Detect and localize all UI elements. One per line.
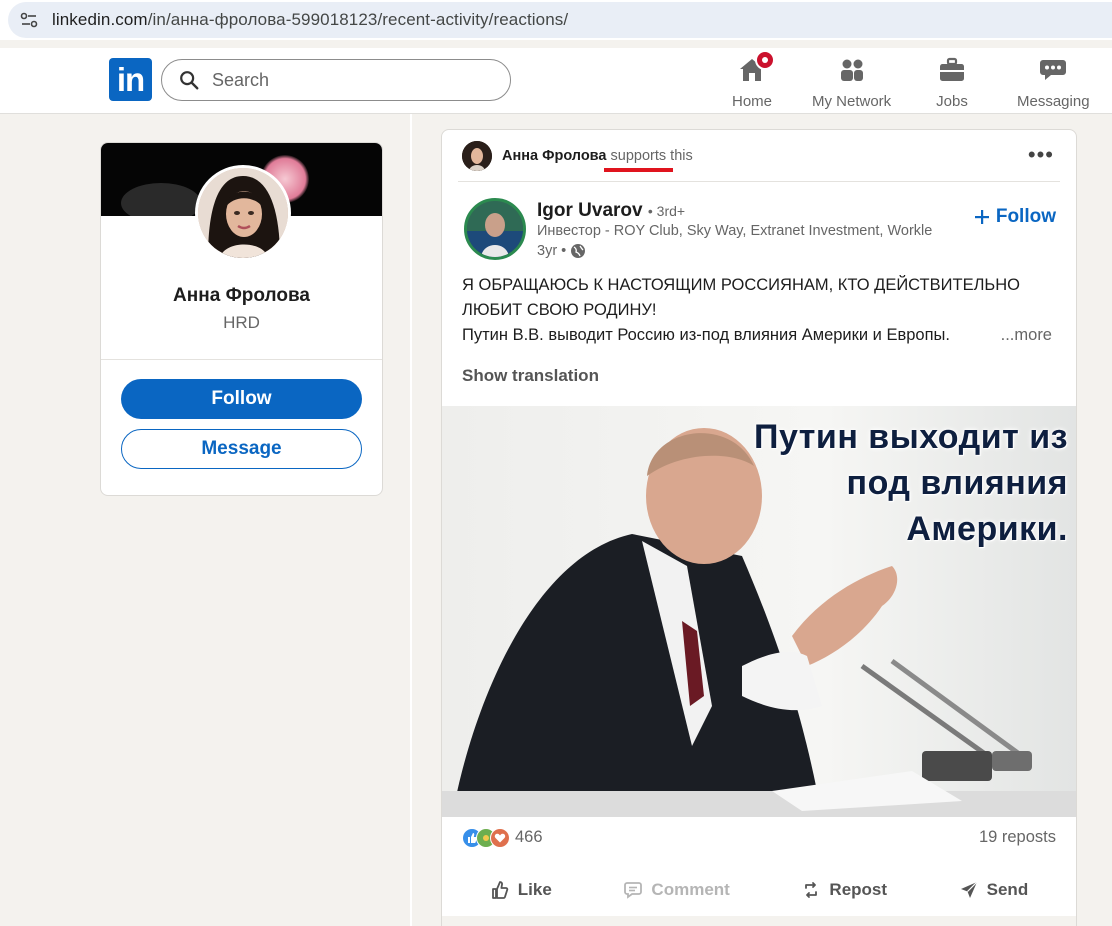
reaction-icons[interactable] (462, 828, 510, 848)
profile-headline: HRD (223, 313, 260, 332)
social-counts: 466 19 reposts (442, 826, 1076, 856)
image-caption-overlay: Путин выходит из под влияния Америки. (754, 418, 1068, 548)
nav-jobs-label: Jobs (936, 93, 968, 110)
column-divider (410, 114, 412, 926)
annotation-underline (604, 168, 673, 172)
love-reaction-icon (490, 828, 510, 848)
post-body-text: Я ОБРАЩАЮСЬ К НАСТОЯЩИМ РОССИЯНАМ, КТО Д… (462, 273, 1052, 348)
search-input[interactable] (212, 69, 492, 91)
post-actions: Like Comment Repost Send (442, 870, 1076, 910)
browser-address-bar: linkedin.com/in/анна-фролова-599018123/r… (0, 0, 1112, 40)
post-image[interactable]: Путин выходит из под влияния Америки. (442, 406, 1076, 817)
notification-badge (755, 50, 775, 70)
nav-my-network[interactable]: My Network (812, 54, 891, 110)
thumbs-up-icon (491, 881, 509, 899)
feed-post-card: Анна Фролова supports this ••• Igor Uvar… (441, 129, 1077, 926)
activity-text: Анна Фролова supports this (502, 148, 693, 164)
comment-button[interactable]: Comment (623, 870, 730, 910)
site-settings-icon[interactable] (18, 9, 40, 31)
author-name[interactable]: Igor Uvarov • 3rd+ (537, 200, 685, 222)
profile-card: Анна Фролова HRD Follow Message (100, 142, 383, 496)
nav-messaging[interactable]: Messaging (1017, 54, 1090, 110)
repost-icon (805, 882, 818, 898)
nav-home-label: Home (732, 93, 773, 110)
reposts-count[interactable]: 19 reposts (979, 828, 1056, 847)
nav-home[interactable]: Home (732, 50, 775, 110)
author-headline: Инвестор - ROY Club, Sky Way, Extranet I… (537, 223, 933, 239)
actor-avatar[interactable] (462, 141, 492, 171)
nav-my-network-label: My Network (812, 93, 892, 110)
post-text-line: ЛЮБИТ СВОЮ РОДИНУ! (462, 301, 657, 319)
my-network-icon (836, 54, 868, 86)
search-box[interactable] (161, 59, 511, 101)
post-text-line: Путин В.В. выводит Россию из-под влияния… (462, 326, 950, 344)
plus-icon (974, 210, 989, 224)
globe-icon (571, 244, 586, 258)
post-text-line: Я ОБРАЩАЮСЬ К НАСТОЯЩИМ РОССИЯНАМ, КТО Д… (462, 276, 1020, 294)
actor-name[interactable]: Анна Фролова (502, 148, 606, 164)
see-more-link[interactable]: ...more (1001, 323, 1052, 348)
follow-author-button[interactable]: Follow (974, 206, 1056, 228)
divider (101, 359, 382, 360)
comment-icon (624, 882, 643, 899)
activity-header: Анна Фролова supports this ••• (442, 130, 1076, 182)
like-button[interactable]: Like (490, 870, 552, 910)
message-button[interactable]: Message (121, 429, 362, 469)
show-translation-link[interactable]: Show translation (462, 366, 599, 386)
activity-object: this (670, 148, 693, 164)
repost-button[interactable]: Repost (801, 870, 887, 910)
comment-area-strip (442, 916, 1076, 926)
more-options-icon[interactable]: ••• (1028, 144, 1054, 166)
send-icon (960, 881, 978, 898)
nav-messaging-label: Messaging (1017, 93, 1090, 110)
linkedin-top-nav: in Home My Network Jobs Messaging (0, 48, 1112, 114)
messaging-icon (1037, 54, 1069, 86)
url-field[interactable]: linkedin.com/in/анна-фролова-599018123/r… (8, 2, 1112, 38)
profile-name: Анна Фролова (173, 285, 310, 306)
linkedin-logo[interactable]: in (109, 58, 152, 101)
post-timestamp: 3yr • (537, 243, 586, 259)
url-text: linkedin.com/in/анна-фролова-599018123/r… (52, 10, 569, 29)
divider (458, 181, 1060, 182)
home-icon (736, 50, 775, 86)
search-icon (180, 71, 199, 90)
nav-jobs[interactable]: Jobs (936, 54, 968, 110)
author-avatar[interactable] (464, 198, 526, 260)
profile-avatar[interactable] (195, 165, 291, 261)
connection-degree: • 3rd+ (647, 203, 686, 219)
send-button[interactable]: Send (959, 870, 1028, 910)
follow-button[interactable]: Follow (121, 379, 362, 419)
jobs-icon (936, 54, 968, 86)
activity-verb: supports (610, 148, 667, 164)
reaction-count[interactable]: 466 (515, 828, 543, 847)
